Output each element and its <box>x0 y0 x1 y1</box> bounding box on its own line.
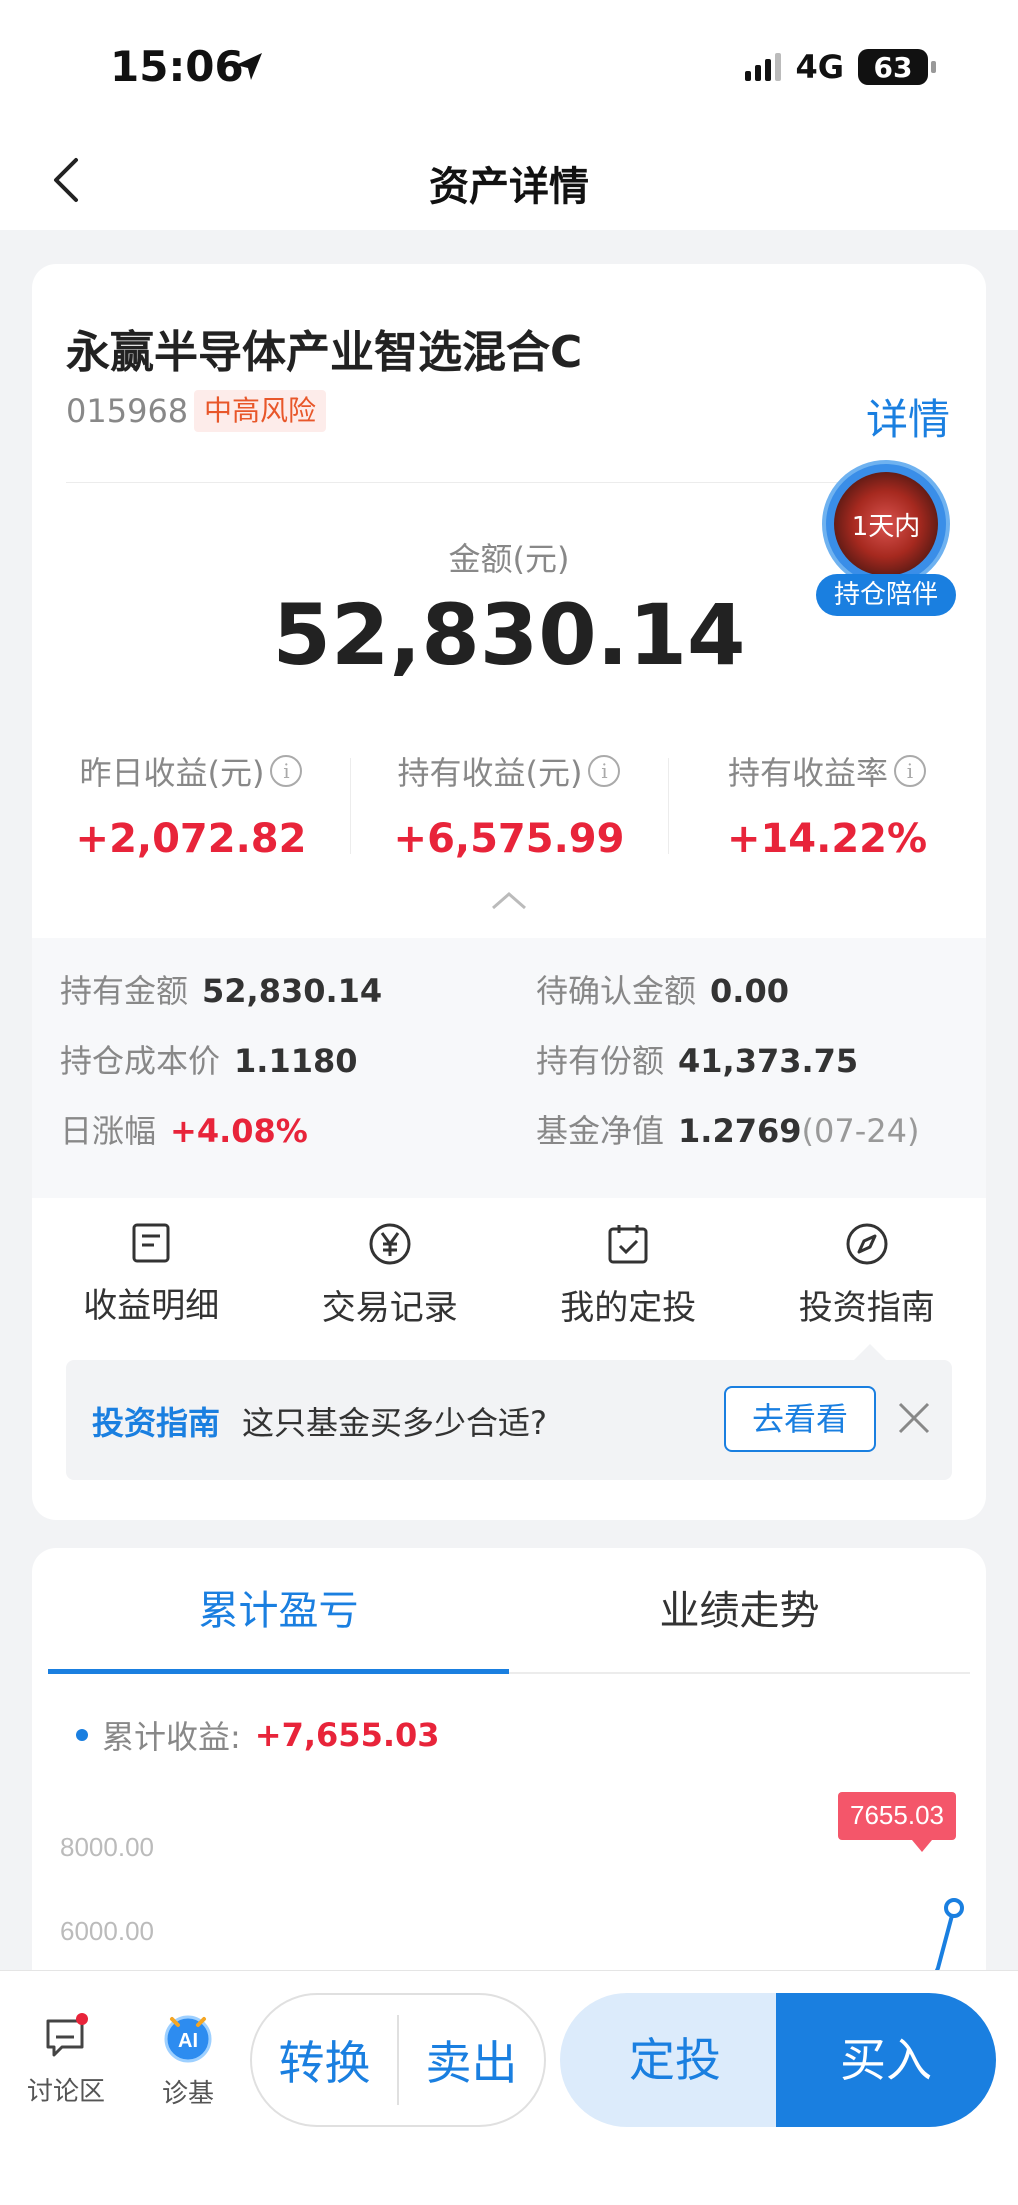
stat-holding-rate: 持有收益率 i +14.22% <box>668 748 986 868</box>
sell-button[interactable]: 卖出 <box>399 2027 544 2093</box>
y-tick-label: 6000.00 <box>60 1916 154 1946</box>
chart-tabs: 累计盈亏 业绩走势 <box>48 1548 970 1674</box>
ai-robot-icon: AI <box>164 2015 212 2063</box>
svg-text:AI: AI <box>178 2030 198 2052</box>
fund-code: 015968 <box>66 392 189 430</box>
tip-text: 这只基金买多少合适? <box>242 1404 547 1442</box>
legend-label: 累计收益: <box>102 1718 241 1756</box>
stat-holding-profit: 持有收益(元) i +6,575.99 <box>350 748 668 868</box>
convert-button[interactable]: 转换 <box>252 2027 397 2093</box>
collapse-chevron-icon[interactable] <box>489 890 529 912</box>
detail-pending-amount: 待确认金额 0.00 <box>536 972 789 1010</box>
y-tick-label: 8000.00 <box>60 1832 154 1862</box>
series-line <box>931 1907 956 1978</box>
stat-label: 持有收益(元) <box>397 754 583 792</box>
info-icon[interactable]: i <box>894 755 926 787</box>
discussion-label: 讨论区 <box>26 2077 105 2107</box>
tab-performance-trend[interactable]: 业绩走势 <box>509 1548 970 1672</box>
chat-icon <box>46 2013 88 2057</box>
quick-action-label: 投资指南 <box>798 1288 935 1328</box>
diagnose-label: 诊基 <box>161 2079 214 2109</box>
cumulative-pnl-chart: 8000.00 6000.00 7655.03 <box>60 1792 964 1978</box>
asset-card: 永赢半导体产业智选混合C 015968 中高风险 详情 1天内 持仓陪伴 金额(… <box>32 264 986 1520</box>
quick-action-label: 我的定投 <box>560 1288 697 1328</box>
quick-action-earnings-detail[interactable]: 收益明细 <box>32 1222 271 1372</box>
quick-action-my-sip[interactable]: 我的定投 <box>509 1222 748 1372</box>
quick-action-trade-records[interactable]: 交易记录 <box>271 1222 510 1372</box>
buy-button[interactable]: 买入 <box>776 1993 996 2127</box>
divider <box>66 482 866 483</box>
detail-nav: 基金净值 1.2769(07-24) <box>536 1112 920 1150</box>
stat-value: +6,575.99 <box>393 816 625 862</box>
convert-sell-group: 转换 卖出 <box>250 1993 546 2127</box>
investment-guide-tip: 投资指南 这只基金买多少合适? 去看看 <box>66 1360 952 1480</box>
stat-yesterday: 昨日收益(元) i +2,072.82 <box>32 748 350 868</box>
detail-cost-price: 持仓成本价 1.1180 <box>60 1042 358 1080</box>
tip-brand: 投资指南 <box>92 1404 221 1442</box>
amount-label: 金额(元) <box>448 540 570 578</box>
signal-icon <box>745 53 782 81</box>
stat-value: +14.22% <box>726 816 928 862</box>
location-arrow-icon <box>236 53 262 80</box>
holding-details-panel: 持有金额 52,830.14 待确认金额 0.00 持仓成本价 1.1180 持有份额… <box>32 938 986 1198</box>
tip-go-button[interactable]: 去看看 <box>724 1386 876 1452</box>
stat-label: 昨日收益(元) <box>79 754 265 792</box>
bottom-action-bar: 讨论区 AI 诊基 转换 卖出 定投 买入 <box>0 1970 1018 2205</box>
status-indicators: 4G 63 <box>745 48 936 86</box>
callout-label: 7655.03 <box>838 1792 956 1852</box>
close-icon[interactable] <box>894 1398 934 1438</box>
battery-icon: 63 <box>858 49 936 85</box>
calendar-icon <box>608 1225 648 1264</box>
fund-detail-link[interactable]: 详情 <box>866 386 950 447</box>
page-title: 资产详情 <box>429 164 589 210</box>
detail-holding-amount: 持有金额 52,830.14 <box>60 972 383 1010</box>
quick-actions: 收益明细 交易记录 我的定投 投资指南 <box>32 1222 986 1372</box>
network-type: 4G <box>795 48 844 86</box>
compass-icon <box>846 1223 888 1265</box>
quick-action-label: 收益明细 <box>83 1286 220 1326</box>
detail-daily-change: 日涨幅 +4.08% <box>60 1112 308 1150</box>
stat-value: +2,072.82 <box>75 816 307 862</box>
callout-text: 7655.03 <box>850 1800 944 1830</box>
sip-button[interactable]: 定投 <box>560 1993 790 2127</box>
detail-shares: 持有份额 41,373.75 <box>536 1042 859 1080</box>
amount-value: 52,830.14 <box>272 586 746 684</box>
status-time: 15:06 <box>110 42 244 91</box>
document-icon <box>132 1223 170 1263</box>
quick-action-label: 交易记录 <box>321 1288 458 1328</box>
discussion-button[interactable]: 讨论区 <box>24 2013 108 2108</box>
yen-icon <box>369 1223 411 1265</box>
fund-name: 永赢半导体产业智选混合C <box>66 327 583 378</box>
legend-dot <box>76 1729 88 1741</box>
info-icon[interactable]: i <box>588 755 621 787</box>
risk-badge: 中高风险 <box>194 390 327 432</box>
diagnose-button[interactable]: AI 诊基 <box>148 2009 228 2110</box>
status-bar: 15:06 4G 63 <box>0 0 1018 130</box>
legend-value: +7,655.03 <box>254 1716 440 1754</box>
data-point <box>944 1898 964 1918</box>
info-icon[interactable]: i <box>270 755 303 787</box>
nav-bar: 资产详情 <box>0 130 1018 230</box>
stat-label: 持有收益率 <box>727 754 888 792</box>
chart-legend: 累计收益: +7,655.03 <box>76 1712 440 1758</box>
earnings-stats: 昨日收益(元) i +2,072.82 持有收益(元) i +6,575.99 持有… <box>32 748 986 868</box>
tab-cumulative-pnl[interactable]: 累计盈亏 <box>48 1548 509 1674</box>
